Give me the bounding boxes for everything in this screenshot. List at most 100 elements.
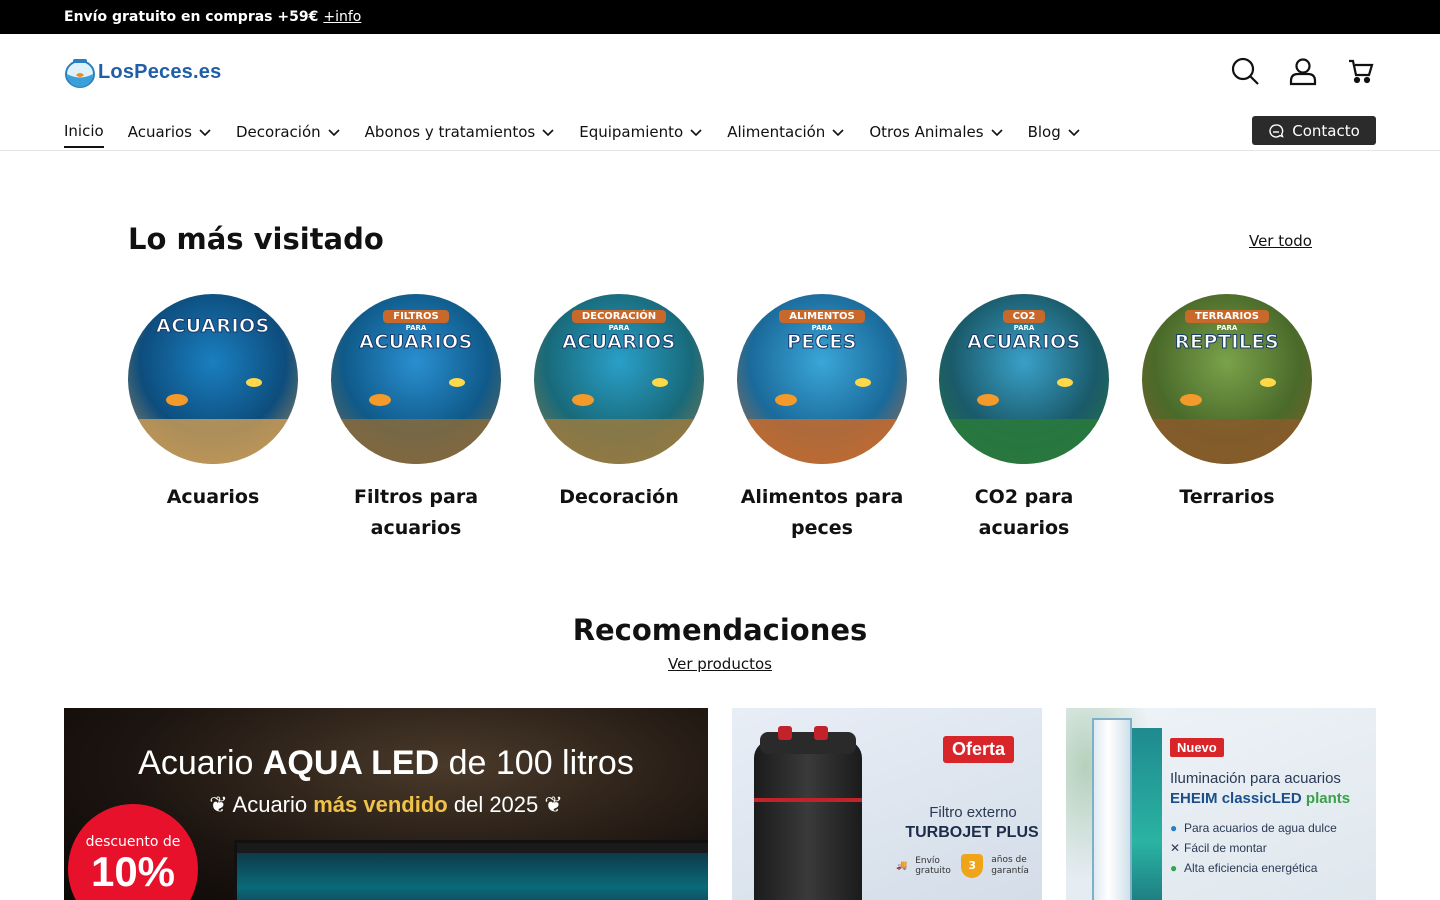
chevron-down-icon	[328, 129, 340, 137]
promo-aqua-led[interactable]: Acuario AQUA LED de 100 litros ❦ Acuario…	[64, 708, 708, 900]
category-card[interactable]: FILTROS PARA ACUARIOS Filtros para acuario…	[331, 294, 501, 544]
shipping-text: Envío gratuito	[915, 856, 951, 876]
fish-icon	[449, 378, 465, 387]
water-drop-icon: ●	[1170, 821, 1178, 835]
nav-item-blog[interactable]: Blog	[1028, 116, 1105, 148]
category-ground	[534, 419, 704, 464]
announcement-info-link[interactable]: +info	[323, 9, 361, 25]
promo-turbojet[interactable]: Oferta Filtro externo TURBOJET PLUS 🚚 En…	[732, 708, 1042, 900]
promo2-line1: Filtro externo	[929, 804, 1017, 821]
cart-icon[interactable]	[1344, 54, 1378, 88]
category-label: Alimentos para peces	[740, 486, 904, 539]
promo3-line2: EHEIM classicLED plants	[1170, 790, 1351, 807]
truck-icon: 🚚	[896, 861, 908, 871]
nav-item-acuarios[interactable]: Acuarios	[128, 116, 236, 148]
account-icon[interactable]	[1286, 54, 1320, 88]
banner-big-text: ACUARIOS	[156, 315, 270, 337]
fish-icon	[166, 394, 188, 406]
feature-item: ✕ Fácil de montar	[1170, 838, 1337, 858]
banner-small-text: ALIMENTOS	[779, 310, 865, 323]
chevron-down-icon	[199, 129, 211, 137]
category-banner: TERRARIOS PARA REPTILES	[1142, 304, 1312, 353]
filter-image	[754, 726, 862, 900]
feature-item: ● Alta eficiencia energética	[1170, 858, 1337, 878]
fish-icon	[775, 394, 797, 406]
banner-big-text: ACUARIOS	[562, 331, 676, 353]
category-card[interactable]: ALIMENTOS PARA PECES Alimentos para peces	[737, 294, 907, 544]
banner-big-text: PECES	[786, 331, 857, 353]
discount-badge: descuento de 10%	[68, 804, 198, 900]
see-all-link[interactable]: Ver todo	[1249, 232, 1312, 250]
nav-item-decoracion[interactable]: Decoración	[236, 116, 365, 148]
chevron-down-icon	[991, 129, 1003, 137]
category-label: Acuarios	[166, 486, 260, 508]
fishbowl-icon	[64, 55, 96, 89]
site-logo[interactable]: LosPeces.es	[64, 54, 221, 90]
recommendations-link-wrap: Ver productos	[0, 655, 1440, 673]
chat-icon	[1269, 123, 1284, 138]
nav-label: Alimentación	[727, 123, 826, 141]
nav-label: Abonos y tratamientos	[364, 123, 536, 141]
category-ground	[1142, 419, 1312, 464]
recommendations-title: Recomendaciones	[572, 613, 868, 647]
promo-eheim[interactable]: Nuevo Iluminación para acuarios EHEIM cl…	[1066, 708, 1376, 900]
category-label: CO2 para acuarios	[974, 486, 1074, 539]
category-banner: DECORACIÓN PARA ACUARIOS	[534, 304, 704, 353]
fish-icon	[369, 394, 391, 406]
nav-label: Acuarios	[127, 123, 192, 141]
fish-icon	[1180, 394, 1202, 406]
banner-small-text: FILTROS	[383, 310, 449, 323]
category-label: Terrarios	[1179, 486, 1275, 508]
new-badge: Nuevo	[1170, 738, 1224, 757]
contact-label: Contacto	[1292, 121, 1360, 140]
feature-item: ● Para acuarios de agua dulce	[1170, 818, 1337, 838]
nav-item-otros-animales[interactable]: Otros Animales	[869, 116, 1027, 148]
announcement-bar: Envío gratuito en compras +59€ +info	[0, 0, 1440, 34]
banner-big-text: ACUARIOS	[359, 331, 473, 353]
fish-icon	[572, 394, 594, 406]
banner-big-text: ACUARIOS	[967, 331, 1081, 353]
header-icons	[1228, 54, 1378, 88]
laurel-icon: ❦	[538, 792, 563, 817]
chevron-down-icon	[542, 129, 554, 137]
category-banner: FILTROS PARA ACUARIOS	[331, 304, 501, 353]
chevron-down-icon	[1068, 129, 1080, 137]
nav-label: Equipamiento	[579, 123, 684, 141]
nav-label: Inicio	[64, 122, 104, 140]
banner-small-text: TERRARIOS	[1185, 310, 1269, 323]
banner-small-text: DECORACIÓN	[571, 310, 667, 323]
fish-icon	[1260, 378, 1276, 387]
main-nav: Inicio Acuarios Decoración Abonos y trat…	[64, 116, 1105, 150]
view-products-link[interactable]: Ver productos	[668, 655, 772, 673]
category-card[interactable]: ACUARIOS Acuarios	[128, 294, 298, 513]
fish-icon	[855, 378, 871, 387]
nav-item-abonos[interactable]: Abonos y tratamientos	[365, 116, 580, 148]
laurel-icon: ❦	[209, 792, 233, 817]
nav-item-alimentacion[interactable]: Alimentación	[727, 116, 869, 148]
nav-label: Otros Animales	[869, 123, 984, 141]
nav-item-inicio[interactable]: Inicio	[64, 116, 104, 148]
led-tube-image	[1092, 718, 1132, 900]
promo1-title: Acuario AQUA LED de 100 litros	[138, 744, 634, 782]
category-banner: ACUARIOS	[128, 315, 298, 337]
category-ground	[331, 419, 501, 464]
category-image: FILTROS PARA ACUARIOS	[331, 294, 501, 464]
category-card[interactable]: TERRARIOS PARA REPTILES Terrarios	[1142, 294, 1312, 513]
nav-item-equipamiento[interactable]: Equipamiento	[579, 116, 727, 148]
category-card[interactable]: CO2 PARA ACUARIOS CO2 para acuarios	[939, 294, 1109, 544]
category-label: Filtros para acuarios	[353, 486, 479, 539]
fish-icon	[1057, 378, 1073, 387]
category-card[interactable]: DECORACIÓN PARA ACUARIOS Decoración	[534, 294, 704, 513]
search-icon[interactable]	[1228, 54, 1262, 88]
category-banner: CO2 PARA ACUARIOS	[939, 304, 1109, 353]
fish-icon	[977, 394, 999, 406]
shield-icon: 3	[961, 854, 984, 878]
tools-icon: ✕	[1170, 841, 1181, 855]
most-visited-title: Lo más visitado	[128, 222, 384, 256]
promo2-info: 🚚 Envío gratuito 3 años de garantía	[896, 854, 1042, 878]
category-ground	[737, 419, 907, 464]
category-label: Decoración	[559, 486, 679, 508]
contact-button[interactable]: Contacto	[1252, 116, 1376, 145]
promo3-line1: Iluminación para acuarios	[1170, 770, 1341, 787]
fish-icon	[652, 378, 668, 387]
